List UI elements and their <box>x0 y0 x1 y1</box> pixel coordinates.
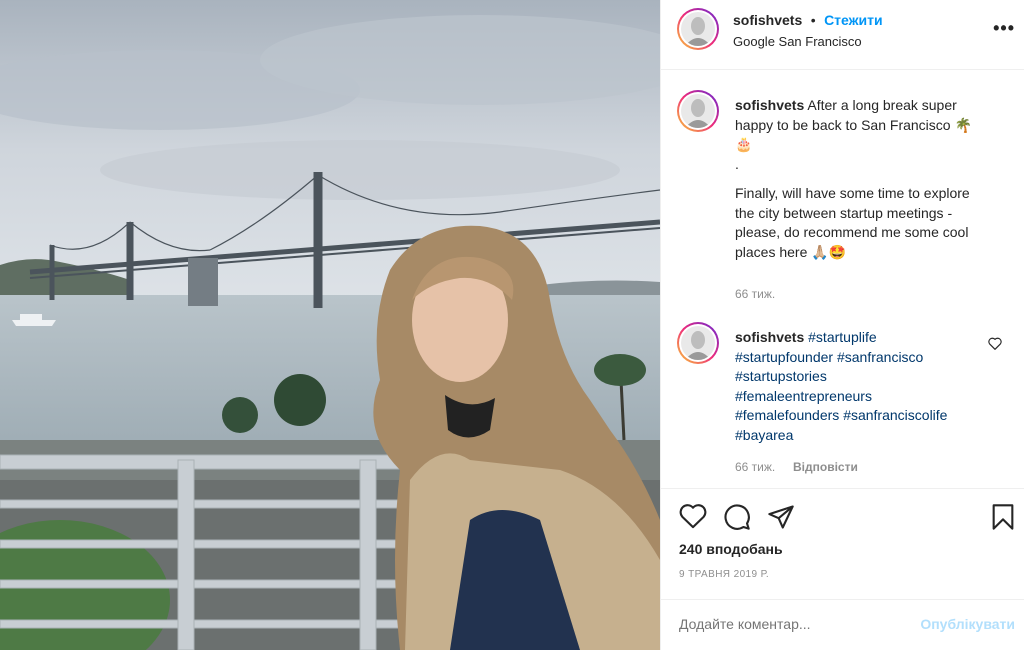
comment-text: sofishvets #startuplife #startupfounder … <box>735 328 985 445</box>
post-date[interactable]: 9 ТРАВНЯ 2019 Р. <box>679 569 769 580</box>
bay-bridge-photo <box>0 0 660 650</box>
comment-form: Опублікувати <box>661 599 1024 652</box>
hashtag-link[interactable]: #startuplife <box>808 329 876 345</box>
comment-like-heart-icon[interactable] <box>988 337 1002 355</box>
hashtag-link[interactable]: #startupstories <box>735 368 827 384</box>
like-heart-icon[interactable] <box>679 503 707 534</box>
caption-text: sofishvets After a long break super happ… <box>735 96 1005 262</box>
hashtag-link[interactable]: #femalefounders <box>735 407 839 423</box>
caption-username[interactable]: sofishvets <box>735 97 804 113</box>
comment-username[interactable]: sofishvets <box>735 329 804 345</box>
hashtag-link[interactable]: #femaleentrepreneurs <box>735 388 872 404</box>
hashtag-link[interactable]: #sanfrancisco <box>837 349 923 365</box>
post-actions: 240 вподобань 9 ТРАВНЯ 2019 Р. Опублікув… <box>661 488 1024 651</box>
post-details-panel: sofishvets • Стежити Google San Francisc… <box>660 0 1024 650</box>
comment-input[interactable] <box>679 616 899 632</box>
reply-button[interactable]: Відповісти <box>793 460 858 474</box>
hashtag-link[interactable]: #sanfranciscolife <box>843 407 947 423</box>
hashtag-link[interactable]: #bayarea <box>735 427 793 443</box>
post-header: sofishvets • Стежити Google San Francisc… <box>661 0 1024 70</box>
avatar[interactable] <box>677 8 719 50</box>
follow-button[interactable]: Стежити <box>824 12 883 28</box>
caption-line: happy to be back to San Francisco 🌴 <box>735 116 972 133</box>
caption-line: places here 🙏🏼🤩 <box>735 243 847 260</box>
comment-avatar[interactable] <box>677 322 719 364</box>
caption-avatar[interactable] <box>677 90 719 132</box>
caption-time[interactable]: 66 тиж. <box>735 287 775 301</box>
bookmark-icon[interactable] <box>991 503 1015 536</box>
caption-line: After a long break super <box>807 97 957 113</box>
post-username[interactable]: sofishvets <box>733 12 802 28</box>
more-horizontal-icon[interactable]: ••• <box>993 18 1015 39</box>
comment-bubble-icon[interactable] <box>723 503 751 536</box>
caption-line: Finally, will have some time to explore <box>735 185 970 201</box>
post-location[interactable]: Google San Francisco <box>733 34 862 49</box>
caption-line: please, do recommend me some cool <box>735 224 969 240</box>
caption-line: 🎂 <box>735 136 753 152</box>
likes-count[interactable]: 240 вподобань <box>679 541 783 557</box>
comment-time[interactable]: 66 тиж. <box>735 460 775 474</box>
share-paper-plane-icon[interactable] <box>767 503 795 536</box>
publish-button[interactable]: Опублікувати <box>920 616 1015 632</box>
separator-dot: • <box>810 12 816 28</box>
caption-line: . <box>735 155 739 172</box>
caption-line: the city between startup meetings - <box>735 204 953 221</box>
post-photo[interactable] <box>0 0 660 650</box>
hashtag-link[interactable]: #startupfounder <box>735 349 833 365</box>
